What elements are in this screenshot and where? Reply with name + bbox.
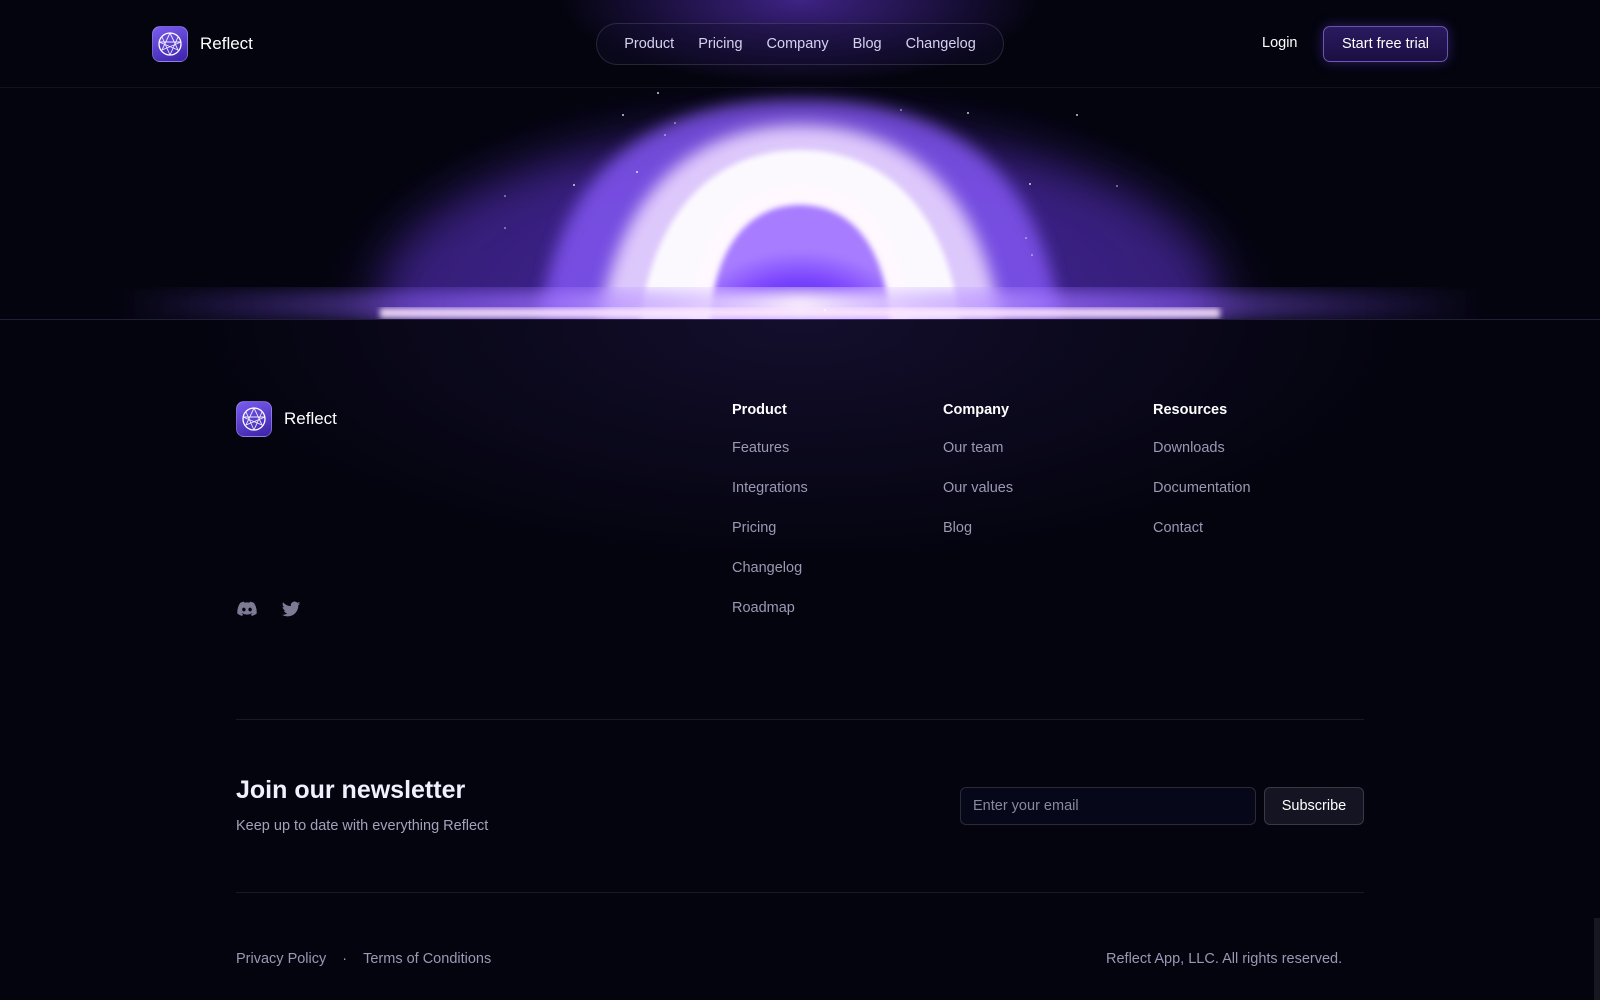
divider [236,892,1364,893]
scrollbar[interactable] [1594,918,1600,1000]
column-title: Company [943,402,1010,418]
discord-icon[interactable] [236,598,258,620]
nav-pricing[interactable]: Pricing [698,36,742,52]
footer-link-blog[interactable]: Blog [943,520,1013,538]
copyright-text: Reflect App, LLC. All rights reserved. [1106,951,1343,967]
main-nav: Product Pricing Company Blog Changelog [596,23,1004,65]
email-input[interactable] [960,787,1256,825]
footer-link-roadmap[interactable]: Roadmap [732,600,808,618]
footer-column-resources: Resources Downloads Documentation Contac… [1153,402,1251,560]
login-link[interactable]: Login [1262,35,1297,51]
reflect-logo-icon [152,26,188,62]
footer-link-pricing[interactable]: Pricing [732,520,808,538]
nav-blog[interactable]: Blog [853,36,882,52]
footer-brand-name: Reflect [284,409,337,428]
reflect-logo-icon [236,401,272,437]
nav-product[interactable]: Product [624,36,674,52]
privacy-policy-link[interactable]: Privacy Policy [236,951,326,967]
footer-brand[interactable]: Reflect [236,401,337,437]
footer-column-company: Company Our team Our values Blog [943,402,1013,560]
terms-link[interactable]: Terms of Conditions [363,951,491,967]
subscribe-button[interactable]: Subscribe [1264,787,1364,825]
nav-company[interactable]: Company [767,36,829,52]
footer-link-downloads[interactable]: Downloads [1153,440,1251,458]
footer-link-integrations[interactable]: Integrations [732,480,808,498]
column-title: Resources [1153,402,1228,418]
footer-column-product: Product Features Integrations Pricing Ch… [732,402,808,640]
footer-link-our-values[interactable]: Our values [943,480,1013,498]
footer-link-changelog[interactable]: Changelog [732,560,808,578]
footer-link-contact[interactable]: Contact [1153,520,1251,538]
footer-link-our-team[interactable]: Our team [943,440,1013,458]
brand-name: Reflect [200,34,253,53]
newsletter-subtitle: Keep up to date with everything Reflect [236,818,489,834]
footer-link-documentation[interactable]: Documentation [1153,480,1251,498]
start-free-trial-button[interactable]: Start free trial [1323,26,1448,62]
footer-link-features[interactable]: Features [732,440,808,458]
social-links [236,598,302,620]
top-header: Reflect Product Pricing Company Blog Cha… [0,0,1600,88]
legal-links: Privacy Policy · Terms of Conditions [236,951,491,967]
legal-separator: · [342,951,348,967]
brand[interactable]: Reflect [152,26,253,62]
column-title: Product [732,402,787,418]
twitter-icon[interactable] [280,598,302,620]
nav-changelog[interactable]: Changelog [906,36,976,52]
divider [236,719,1364,720]
newsletter-title: Join our newsletter [236,776,466,804]
